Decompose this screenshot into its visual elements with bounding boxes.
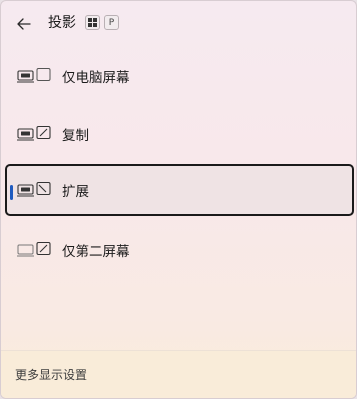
project-panel: 投影 P 仅电脑屏幕 复制 扩展 仅第二屏幕 更多显示设置 — [0, 0, 357, 399]
extend-icon — [17, 181, 51, 197]
arrow-left-icon — [17, 18, 31, 30]
option-second-screen-only[interactable]: 仅第二屏幕 — [5, 224, 354, 276]
panel-header: 投影 P — [1, 1, 356, 45]
option-label: 仅第二屏幕 — [62, 244, 130, 260]
page-title: 投影 — [48, 15, 76, 31]
windows-key-icon — [85, 15, 100, 30]
option-label: 复制 — [62, 128, 89, 144]
pc-screen-only-icon — [17, 68, 51, 83]
shortcut-key-badge: P — [104, 15, 119, 30]
option-label: 仅电脑屏幕 — [62, 70, 130, 86]
back-button[interactable] — [13, 13, 35, 35]
duplicate-icon — [17, 125, 51, 141]
option-pc-screen-only[interactable]: 仅电脑屏幕 — [5, 50, 354, 102]
more-display-settings-link[interactable]: 更多显示设置 — [15, 366, 87, 383]
option-extend[interactable]: 扩展 — [5, 164, 354, 216]
option-duplicate[interactable]: 复制 — [5, 108, 354, 160]
option-label: 扩展 — [62, 184, 89, 200]
second-screen-only-icon — [17, 241, 51, 257]
panel-footer: 更多显示设置 — [1, 350, 356, 398]
selected-indicator — [10, 185, 13, 200]
